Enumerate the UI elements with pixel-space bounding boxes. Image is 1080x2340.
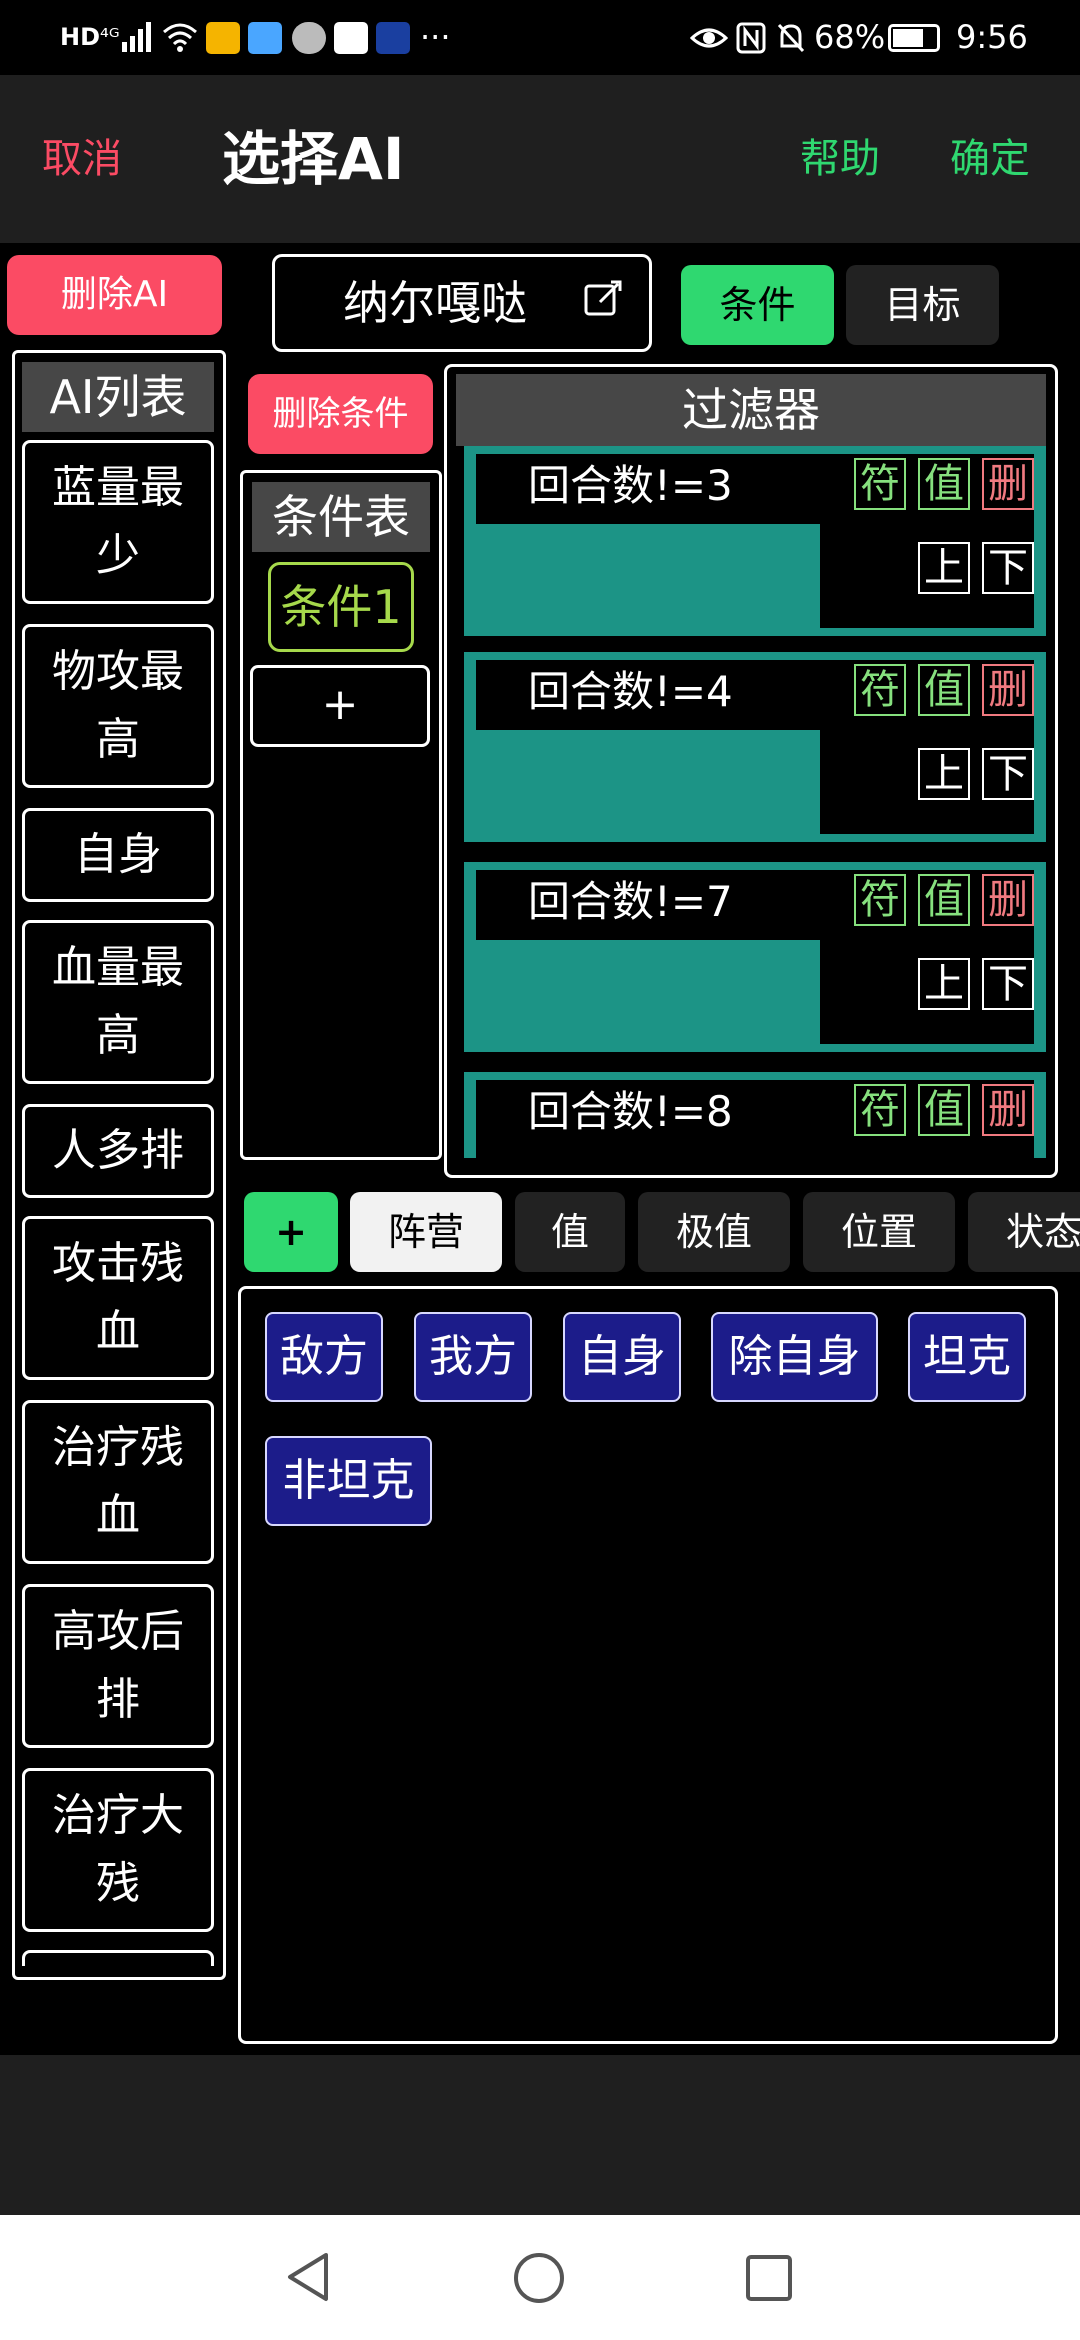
symbol-button[interactable]: 符 xyxy=(854,664,906,716)
ai-list-item[interactable]: 治疗残血 xyxy=(22,1400,214,1564)
move-up-button[interactable]: 上 xyxy=(918,542,970,594)
value-button[interactable]: 值 xyxy=(918,874,970,926)
delete-button[interactable]: 删 xyxy=(982,664,1034,716)
filter-card-label: 回合数!=3 xyxy=(528,461,733,510)
delete-button[interactable]: 删 xyxy=(982,874,1034,926)
page-title: 选择AI xyxy=(222,125,405,193)
add-condition-button[interactable]: + xyxy=(250,665,430,747)
mail-icon xyxy=(206,22,240,54)
more-notifications: ··· xyxy=(420,18,451,56)
news-icon xyxy=(334,22,368,54)
help-button[interactable]: 帮助 xyxy=(800,75,880,243)
option-except-self[interactable]: 除自身 xyxy=(711,1312,878,1402)
network-type: ⁴ᴳ xyxy=(100,25,120,50)
condition-item[interactable]: 条件1 xyxy=(268,562,414,652)
ai-name-field[interactable]: 纳尔嘎哒 xyxy=(272,254,652,352)
confirm-button[interactable]: 确定 xyxy=(950,75,1030,243)
symbol-button[interactable]: 符 xyxy=(854,874,906,926)
filter-card[interactable]: 回合数!=3 符 值 删 上 下 xyxy=(464,446,1046,636)
delete-condition-button[interactable]: 删除条件 xyxy=(248,374,433,454)
ai-list-title: AI列表 xyxy=(22,362,214,432)
option-tank[interactable]: 坦克 xyxy=(908,1312,1026,1402)
signal-icon xyxy=(122,22,151,52)
delete-button[interactable]: 删 xyxy=(982,1084,1034,1136)
cctv-news-icon xyxy=(376,22,410,54)
header: 取消 选择AI 帮助 确定 xyxy=(0,75,1080,243)
ai-list-item[interactable]: 血量最高 xyxy=(22,920,214,1084)
tab-status[interactable]: 状态 xyxy=(968,1192,1080,1272)
symbol-button[interactable]: 符 xyxy=(854,458,906,510)
ai-list-item[interactable]: 人多排 xyxy=(22,1104,214,1198)
option-enemy[interactable]: 敌方 xyxy=(265,1312,383,1402)
option-self[interactable]: 自身 xyxy=(563,1312,681,1402)
value-button[interactable]: 值 xyxy=(918,458,970,510)
battery-icon xyxy=(888,24,940,52)
filter-card-label: 回合数!=4 xyxy=(528,667,733,716)
ai-list-item[interactable]: 治疗大残 xyxy=(22,1768,214,1932)
delete-button[interactable]: 删 xyxy=(982,458,1034,510)
ai-list-item[interactable]: 自身 xyxy=(22,808,214,902)
option-ally[interactable]: 我方 xyxy=(414,1312,532,1402)
tab-extreme[interactable]: 极值 xyxy=(638,1192,790,1272)
wifi-icon xyxy=(163,23,197,52)
add-filter-button[interactable]: + xyxy=(244,1192,338,1272)
move-down-button[interactable]: 下 xyxy=(982,748,1034,800)
move-up-button[interactable]: 上 xyxy=(918,958,970,1010)
filter-title: 过滤器 xyxy=(456,374,1046,446)
tab-status-label: 状态 xyxy=(1006,1210,1080,1254)
navigation-bar xyxy=(0,2215,1080,2340)
mute-icon xyxy=(777,23,805,53)
hd-indicator: HD xyxy=(60,23,101,51)
cloud-icon xyxy=(292,22,326,54)
condition-table-title: 条件表 xyxy=(252,482,430,552)
filter-card[interactable]: 回合数!=8 符 值 删 xyxy=(464,1072,1046,1158)
edit-icon[interactable] xyxy=(583,279,623,319)
option-non-tank[interactable]: 非坦克 xyxy=(265,1436,432,1526)
filter-card[interactable]: 回合数!=4 符 值 删 上 下 xyxy=(464,652,1046,842)
tab-value[interactable]: 值 xyxy=(515,1192,625,1272)
value-button[interactable]: 值 xyxy=(918,664,970,716)
back-icon[interactable] xyxy=(284,2251,334,2303)
ai-list-item[interactable]: 高攻后排 xyxy=(22,1584,214,1748)
app-icon xyxy=(248,22,282,54)
symbol-button[interactable]: 符 xyxy=(854,1084,906,1136)
nfc-icon xyxy=(736,22,766,54)
move-up-button[interactable]: 上 xyxy=(918,748,970,800)
ai-list-item-partial[interactable] xyxy=(22,1950,214,1966)
clock: 9:56 xyxy=(956,18,1028,56)
filter-card-label: 回合数!=8 xyxy=(528,1087,733,1136)
cancel-button[interactable]: 取消 xyxy=(42,75,122,243)
status-bar: HD ⁴ᴳ ··· 68% 9:56 xyxy=(0,0,1080,75)
tab-targets[interactable]: 目标 xyxy=(846,265,999,345)
eye-icon xyxy=(690,28,728,48)
filter-card-label: 回合数!=7 xyxy=(528,877,733,926)
recents-icon[interactable] xyxy=(744,2253,794,2303)
ai-name-value: 纳尔嘎哒 xyxy=(343,276,527,330)
ai-list-item[interactable]: 蓝量最少 xyxy=(22,440,214,604)
battery-percent: 68% xyxy=(814,18,886,56)
filter-card[interactable]: 回合数!=7 符 值 删 上 下 xyxy=(464,862,1046,1052)
move-down-button[interactable]: 下 xyxy=(982,542,1034,594)
tab-position[interactable]: 位置 xyxy=(803,1192,955,1272)
ai-list-item[interactable]: 攻击残血 xyxy=(22,1216,214,1380)
home-icon[interactable] xyxy=(512,2251,566,2305)
delete-ai-button[interactable]: 删除AI xyxy=(7,255,222,335)
tab-conditions[interactable]: 条件 xyxy=(681,265,834,345)
ai-list-item[interactable]: 物攻最高 xyxy=(22,624,214,788)
bottom-area xyxy=(0,2055,1080,2215)
move-down-button[interactable]: 下 xyxy=(982,958,1034,1010)
value-button[interactable]: 值 xyxy=(918,1084,970,1136)
tab-camp[interactable]: 阵营 xyxy=(350,1192,502,1272)
